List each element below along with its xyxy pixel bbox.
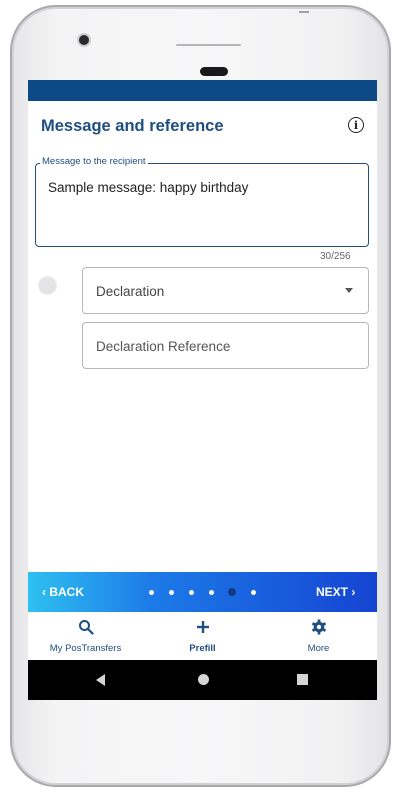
page-title: Message and reference — [41, 117, 224, 135]
step-dot-current — [228, 588, 236, 596]
step-dot — [251, 590, 256, 595]
android-navigation-bar — [28, 660, 377, 700]
step-dot — [209, 590, 214, 595]
step-dot — [149, 590, 154, 595]
step-dot — [189, 590, 194, 595]
app-screen: Message and reference i Message to the r… — [28, 80, 377, 700]
tab-more[interactable]: More — [271, 612, 366, 660]
character-counter: 30/256 — [320, 251, 351, 262]
tab-label: Prefill — [189, 643, 216, 654]
tab-prefill[interactable]: Prefill — [155, 612, 250, 660]
next-button[interactable]: NEXT › — [316, 585, 355, 599]
tab-label: My PosTransfers — [49, 643, 122, 654]
chevron-down-icon — [345, 288, 353, 293]
system-back-icon[interactable] — [96, 674, 105, 686]
front-camera — [79, 35, 89, 45]
status-bar — [28, 80, 377, 101]
search-icon — [38, 619, 133, 635]
declaration-reference-field[interactable]: Declaration Reference — [82, 322, 369, 369]
sensor-line — [176, 44, 241, 46]
system-recents-icon[interactable] — [297, 674, 308, 685]
tab-my-postransfers[interactable]: My PosTransfers — [38, 612, 133, 660]
power-button — [299, 11, 309, 13]
declaration-reference-placeholder: Declaration Reference — [96, 339, 231, 354]
step-dot — [169, 590, 174, 595]
system-home-icon[interactable] — [198, 674, 209, 685]
message-field-label: Message to the recipient — [40, 156, 148, 168]
bottom-tab-bar: My PosTransfers Prefill More — [28, 612, 377, 660]
plus-icon — [155, 619, 250, 635]
info-icon[interactable]: i — [348, 117, 364, 133]
earpiece-speaker — [200, 67, 228, 76]
gear-icon — [271, 619, 366, 635]
message-field-value[interactable]: Sample message: happy birthday — [48, 180, 248, 195]
step-navigation-bar: ‹ BACK NEXT › — [28, 572, 377, 612]
declaration-select-value: Declaration — [96, 284, 165, 299]
back-button[interactable]: ‹ BACK — [42, 585, 84, 599]
declaration-radio[interactable] — [38, 276, 57, 295]
message-field[interactable]: Message to the recipient Sample message:… — [35, 156, 369, 247]
tab-label: More — [307, 643, 330, 654]
declaration-select[interactable]: Declaration — [82, 267, 369, 314]
